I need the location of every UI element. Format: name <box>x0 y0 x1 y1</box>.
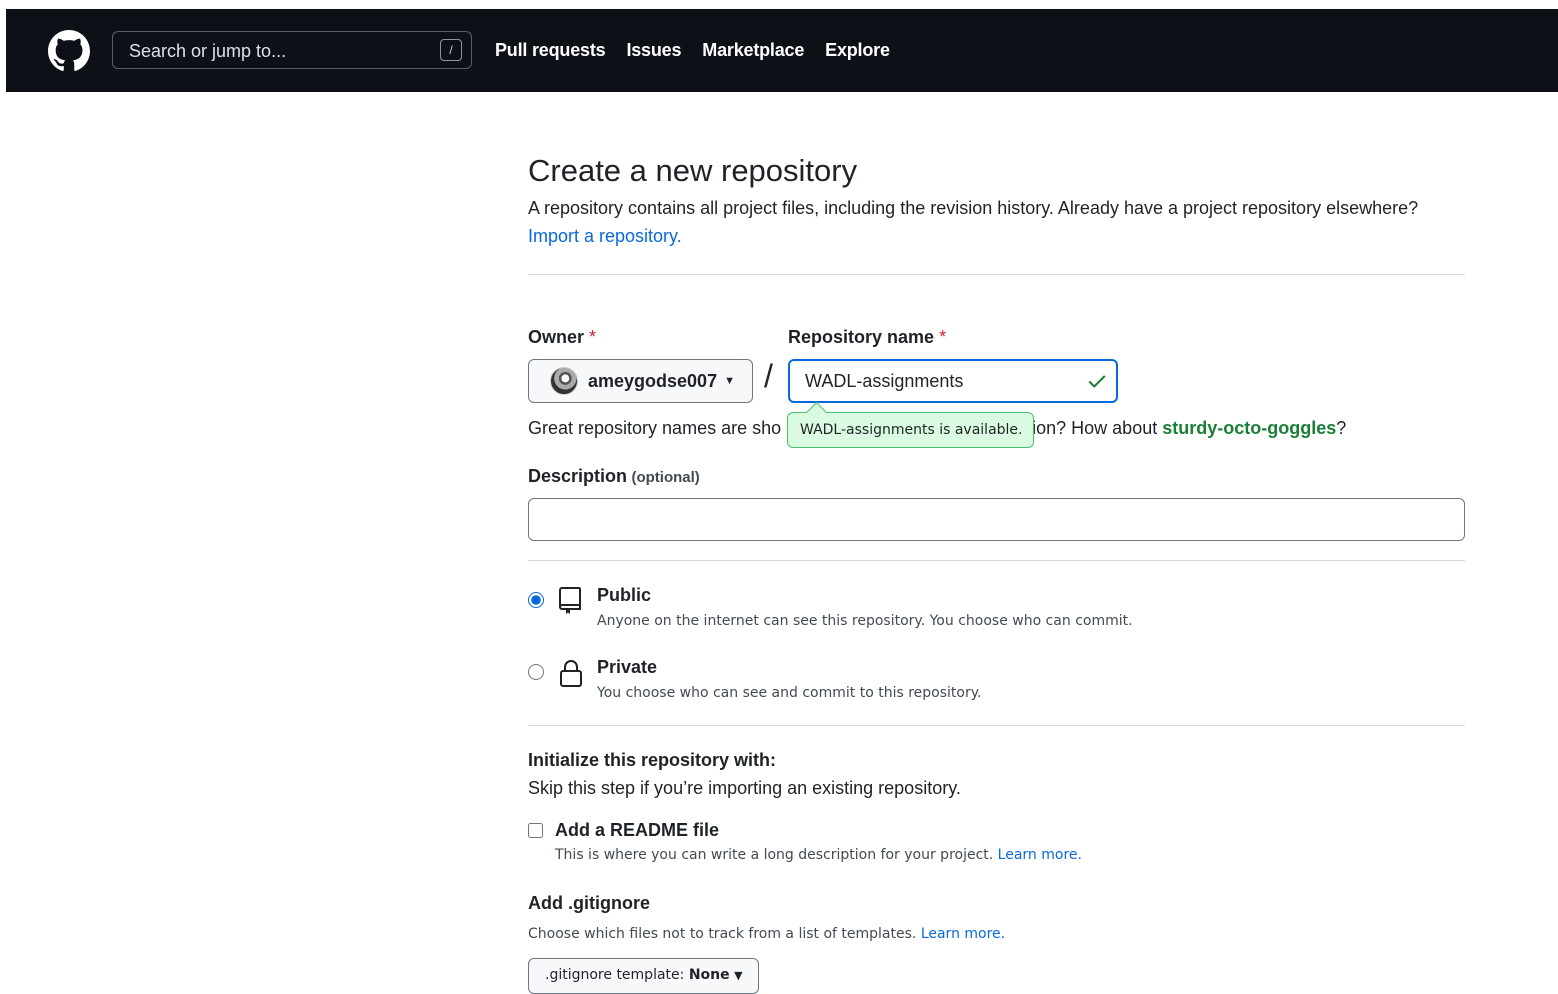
initialize-title: Initialize this repository with: <box>528 750 777 770</box>
public-radio[interactable] <box>528 592 544 608</box>
visibility-divider <box>528 725 1465 726</box>
check-icon <box>1088 375 1106 388</box>
readme-checkbox[interactable] <box>528 823 543 838</box>
nav-explore[interactable]: Explore <box>825 40 890 61</box>
readme-desc-text: This is where you can write a long descr… <box>555 847 994 863</box>
owner-label: Owner * <box>528 327 596 348</box>
repo-icon <box>559 587 581 614</box>
search-input[interactable] <box>113 32 431 70</box>
repo-name-label: Repository name * <box>788 327 946 348</box>
initialize-description: Skip this step if you’re importing an ex… <box>528 778 961 798</box>
gitignore-button-prefix: .gitignore template: <box>545 967 685 983</box>
owner-select-button[interactable]: ameygodse007 ▼ <box>528 359 753 403</box>
global-search[interactable]: / <box>112 31 472 70</box>
github-logo-icon[interactable] <box>48 30 90 72</box>
gitignore-desc-text: Choose which files not to track from a l… <box>528 926 917 942</box>
avatar <box>550 367 578 395</box>
availability-tooltip: WADL-assignments is available. <box>787 401 1034 448</box>
new-repo-form: Create a new repository A repository con… <box>528 150 1465 994</box>
page-subtitle: A repository contains all project files,… <box>528 194 1465 250</box>
readme-label[interactable]: Add a README file <box>555 820 719 841</box>
repo-name-label-text: Repository name <box>788 327 935 347</box>
header-divider <box>528 274 1465 275</box>
description-input[interactable] <box>528 498 1465 541</box>
global-nav: Pull requests Issues Marketplace Explore <box>495 40 890 61</box>
readme-learn-more-link[interactable]: Learn more. <box>998 847 1082 863</box>
private-description: You choose who can see and commit to thi… <box>597 685 982 701</box>
gitignore-description: Choose which files not to track from a l… <box>528 926 1005 942</box>
hint-suffix: ration? How about <box>1011 418 1163 438</box>
availability-text: WADL-assignments is available. <box>800 422 1023 438</box>
page-title: Create a new repository <box>528 153 858 188</box>
description-label-text: Description <box>528 466 628 486</box>
nav-pull-requests[interactable]: Pull requests <box>495 40 606 61</box>
description-divider <box>528 560 1465 561</box>
description-optional: (optional) <box>631 469 700 486</box>
public-description: Anyone on the internet can see this repo… <box>597 613 1133 629</box>
global-header: / Pull requests Issues Marketplace Explo… <box>6 9 1558 92</box>
gitignore-button-value: None <box>688 967 730 983</box>
gitignore-title: Add .gitignore <box>528 893 650 913</box>
repo-name-required-mark: * <box>939 327 947 347</box>
caret-down-icon: ▼ <box>724 375 735 387</box>
owner-required-mark: * <box>589 327 597 347</box>
owner-repo-separator: / <box>764 358 773 394</box>
owner-name: ameygodse007 <box>588 370 718 391</box>
readme-description: This is where you can write a long descr… <box>555 847 1082 863</box>
search-shortcut-key: / <box>440 39 462 61</box>
hint-prefix: Great repository names are sho <box>528 418 782 438</box>
public-title: Public <box>597 585 652 605</box>
description-label: Description (optional) <box>528 466 700 487</box>
import-repository-link[interactable]: Import a repository. <box>528 226 682 246</box>
repository-name-input[interactable] <box>788 359 1118 403</box>
lock-icon <box>560 660 582 687</box>
name-suggestion-link[interactable]: sturdy-octo-goggles <box>1162 418 1336 438</box>
gitignore-template-button[interactable]: .gitignore template: None ▼ <box>528 958 759 994</box>
nav-marketplace[interactable]: Marketplace <box>702 40 804 61</box>
owner-label-text: Owner <box>528 327 585 347</box>
caret-down-icon: ▼ <box>734 969 743 982</box>
subtitle-text: A repository contains all project files,… <box>528 198 1419 218</box>
nav-issues[interactable]: Issues <box>626 40 681 61</box>
hint-end: ? <box>1336 418 1347 438</box>
gitignore-learn-more-link[interactable]: Learn more. <box>921 926 1005 942</box>
private-radio[interactable] <box>528 664 544 680</box>
private-title: Private <box>597 657 658 677</box>
tooltip-arrow <box>805 401 828 424</box>
